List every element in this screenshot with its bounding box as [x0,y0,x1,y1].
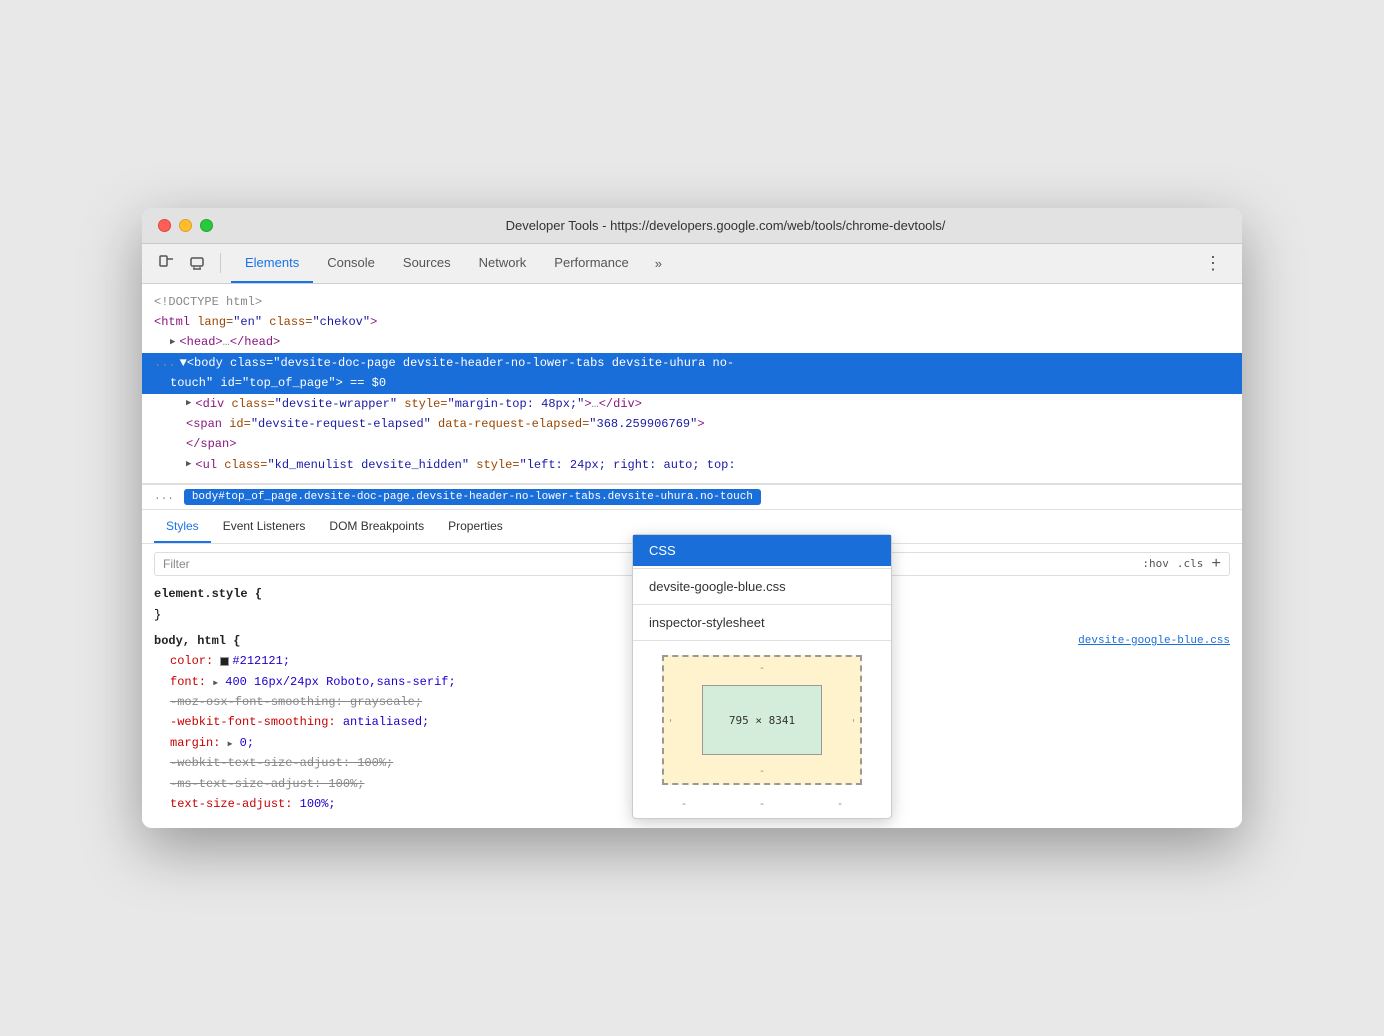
dom-line-ul-menulist[interactable]: ▶<ul class="kd_menulist devsite_hidden" … [142,455,1242,475]
device-toolbar-icon[interactable] [184,250,210,276]
dom-tree-panel: <!DOCTYPE html> <html lang="en" class="c… [142,284,1242,829]
tab-dom-breakpoints[interactable]: DOM Breakpoints [317,510,436,543]
dom-line-html[interactable]: <html lang="en" class="chekov"> [142,312,1242,332]
dropdown-separator-2 [633,604,891,605]
box-model-inner: 795 × 8341 [702,685,822,755]
breadcrumb-dots: ... [154,491,174,503]
devtools-window: Developer Tools - https://developers.goo… [142,208,1242,829]
title-bar: Developer Tools - https://developers.goo… [142,208,1242,244]
styles-panel: Styles Event Listeners DOM Breakpoints P… [142,510,1242,828]
tab-console[interactable]: Console [313,244,389,283]
close-button[interactable] [158,219,171,232]
maximize-button[interactable] [200,219,213,232]
css-source-dropdown: CSS devsite-google-blue.css inspector-st… [632,534,892,819]
main-tabs: Elements Console Sources Network Perform… [231,244,643,283]
cls-button[interactable]: .cls [1177,555,1204,574]
box-model-margins: - - - [633,797,891,818]
expand-icon: ▶ [228,740,233,749]
tab-event-listeners[interactable]: Event Listeners [211,510,318,543]
dom-line-head[interactable]: ▶<head>…</head> [142,332,1242,352]
color-swatch [220,657,229,666]
add-style-button[interactable]: + [1211,551,1221,578]
dropdown-separator [633,568,891,569]
hov-button[interactable]: :hov [1142,555,1169,574]
tab-performance[interactable]: Performance [540,244,642,283]
triangle-icon: ▶ [170,335,175,350]
dropdown-item-devsite-css[interactable]: devsite-google-blue.css [633,571,891,602]
tab-network[interactable]: Network [465,244,541,283]
dom-tree: <!DOCTYPE html> <html lang="en" class="c… [142,284,1242,485]
tab-styles[interactable]: Styles [154,510,211,543]
tab-elements[interactable]: Elements [231,244,313,283]
more-tabs-button[interactable]: » [647,256,670,271]
box-dash-bottom: - [759,766,765,777]
triangle-icon: ▶ [186,457,191,472]
expand-icon: ▶ [213,679,218,688]
dom-line-body-cont[interactable]: touch" id="top_of_page"> == $0 [142,373,1242,393]
body-rule-source[interactable]: devsite-google-blue.css [1078,632,1230,651]
tab-properties[interactable]: Properties [436,510,515,543]
dropdown-item-inspector[interactable]: inspector-stylesheet [633,607,891,638]
dropdown-separator-3 [633,640,891,641]
inspect-element-icon[interactable] [154,250,180,276]
dom-line-doctype[interactable]: <!DOCTYPE html> [142,292,1242,312]
breadcrumb-path[interactable]: body#top_of_page.devsite-doc-page.devsit… [184,489,761,505]
devtools-menu-button[interactable]: ⋮ [1196,249,1230,278]
breadcrumb-bar: ... body#top_of_page.devsite-doc-page.de… [142,484,1242,510]
box-model-container: - - - - 795 × 8341 [633,643,891,797]
dom-line-span-elapsed[interactable]: <span id="devsite-request-elapsed" data-… [142,414,1242,434]
dropdown-item-css[interactable]: CSS [633,535,891,566]
dom-line-body-open[interactable]: ...▼<body class="devsite-doc-page devsit… [142,353,1242,373]
toolbar: Elements Console Sources Network Perform… [142,244,1242,284]
box-model-outer: - - - - 795 × 8341 [662,655,862,785]
box-dash-left: - [666,717,677,723]
minimize-button[interactable] [179,219,192,232]
tab-sources[interactable]: Sources [389,244,465,283]
toolbar-separator [220,253,221,273]
box-dash-right: - [847,717,858,723]
dom-line-div-wrapper[interactable]: ▶<div class="devsite-wrapper" style="mar… [142,394,1242,414]
box-model-size: 795 × 8341 [729,714,795,727]
dom-line-span-close[interactable]: </span> [142,434,1242,454]
styles-area: Filter :hov .cls + element.style { } [142,544,1242,828]
traffic-lights [158,219,213,232]
triangle-icon: ▶ [186,396,191,411]
toolbar-right: ⋮ [1196,249,1230,278]
box-dash-top: - [759,663,765,674]
window-title: Developer Tools - https://developers.goo… [225,218,1226,233]
